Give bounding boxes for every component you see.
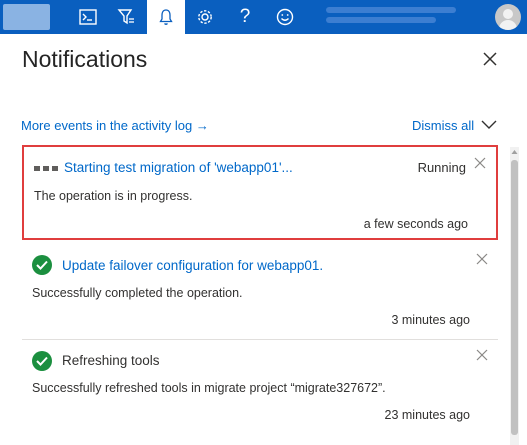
scrollbar-thumb[interactable] xyxy=(511,160,518,435)
in-progress-dots-icon xyxy=(34,166,58,171)
panel-title: Notifications xyxy=(22,46,148,72)
directory-filter-icon[interactable] xyxy=(107,0,145,34)
notification-card[interactable]: Starting test migration of 'webapp01'...… xyxy=(22,145,498,240)
account-info[interactable] xyxy=(326,7,466,27)
feedback-smiley-icon[interactable] xyxy=(266,0,304,34)
notification-time: 23 minutes ago xyxy=(384,408,470,422)
notification-description: The operation is in progress. xyxy=(34,189,193,203)
notification-title[interactable]: Refreshing tools xyxy=(62,353,160,368)
notification-status: Running xyxy=(417,160,466,175)
chevron-down-icon[interactable] xyxy=(480,117,498,131)
activity-log-link[interactable]: More events in the activity log → xyxy=(21,118,209,133)
notification-title[interactable]: Update failover configuration for webapp… xyxy=(62,258,323,273)
settings-gear-icon[interactable] xyxy=(186,0,224,34)
notifications-bell-icon[interactable] xyxy=(147,0,185,34)
search-box[interactable] xyxy=(3,4,50,30)
notification-description: Successfully completed the operation. xyxy=(32,286,243,300)
avatar[interactable] xyxy=(495,4,521,30)
close-icon[interactable] xyxy=(479,48,501,70)
top-bar: ? xyxy=(0,0,527,34)
success-check-icon xyxy=(32,255,52,275)
notification-description: Successfully refreshed tools in migrate … xyxy=(32,381,386,395)
notification-title[interactable]: Starting test migration of 'webapp01'... xyxy=(64,160,293,175)
dismiss-notification-icon[interactable] xyxy=(474,157,486,169)
dismiss-all-button[interactable]: Dismiss all xyxy=(412,118,474,133)
cloud-shell-icon[interactable] xyxy=(69,0,107,34)
success-check-icon xyxy=(32,351,52,371)
dismiss-notification-icon[interactable] xyxy=(476,253,488,265)
help-icon[interactable]: ? xyxy=(226,0,264,34)
notification-time: a few seconds ago xyxy=(363,217,468,231)
dismiss-notification-icon[interactable] xyxy=(476,349,488,361)
notification-time: 3 minutes ago xyxy=(391,313,470,327)
notification-card[interactable]: Refreshing tools Successfully refreshed … xyxy=(22,343,498,445)
notification-card[interactable]: Update failover configuration for webapp… xyxy=(22,243,498,340)
scroll-up-arrow-icon[interactable] xyxy=(511,149,518,155)
